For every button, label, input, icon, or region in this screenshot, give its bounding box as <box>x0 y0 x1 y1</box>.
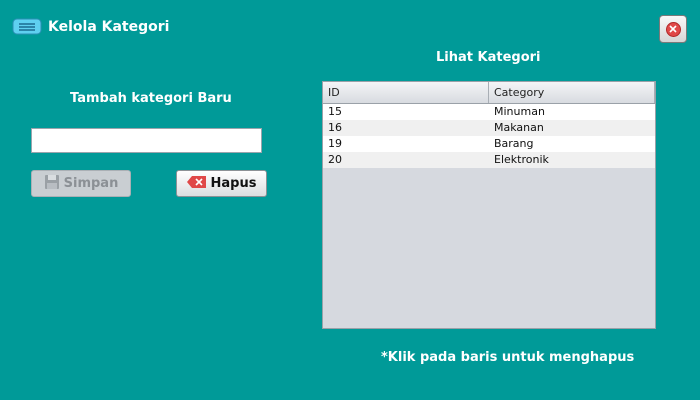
cell-id: 19 <box>328 137 342 150</box>
column-header-id[interactable]: ID <box>323 82 489 103</box>
title-bar: Kelola Kategori <box>12 18 169 35</box>
cell-category: Minuman <box>494 105 545 118</box>
add-category-title: Tambah kategori Baru <box>70 91 232 106</box>
floppy-disk-icon <box>44 174 60 194</box>
window-title: Kelola Kategori <box>48 18 170 35</box>
category-list-title: Lihat Kategori <box>436 50 541 65</box>
delete-icon <box>186 175 207 192</box>
card-icon <box>12 18 42 35</box>
category-name-input[interactable] <box>31 128 262 153</box>
cell-id: 15 <box>328 105 342 118</box>
delete-hint-note: *Klik pada baris untuk menghapus <box>381 350 635 365</box>
close-button[interactable] <box>659 15 687 43</box>
table-row[interactable]: 16 Makanan <box>323 120 655 136</box>
cell-id: 16 <box>328 121 342 134</box>
cell-category: Makanan <box>494 121 544 134</box>
category-table[interactable]: ID Category 15 Minuman 16 Makanan 19 Bar… <box>322 81 656 329</box>
delete-button-label: Hapus <box>210 176 257 191</box>
save-button-label: Simpan <box>63 176 119 191</box>
table-body: 15 Minuman 16 Makanan 19 Barang 20 Elekt… <box>323 104 655 168</box>
delete-button[interactable]: Hapus <box>176 170 267 197</box>
close-icon <box>665 21 681 37</box>
cell-id: 20 <box>328 153 342 166</box>
table-row[interactable]: 19 Barang <box>323 136 655 152</box>
cell-category: Barang <box>494 137 534 150</box>
table-header: ID Category <box>323 82 655 104</box>
cell-category: Elektronik <box>494 153 549 166</box>
table-row[interactable]: 15 Minuman <box>323 104 655 120</box>
table-row[interactable]: 20 Elektronik <box>323 152 655 168</box>
column-header-category[interactable]: Category <box>489 82 655 103</box>
save-button[interactable]: Simpan <box>31 170 131 197</box>
